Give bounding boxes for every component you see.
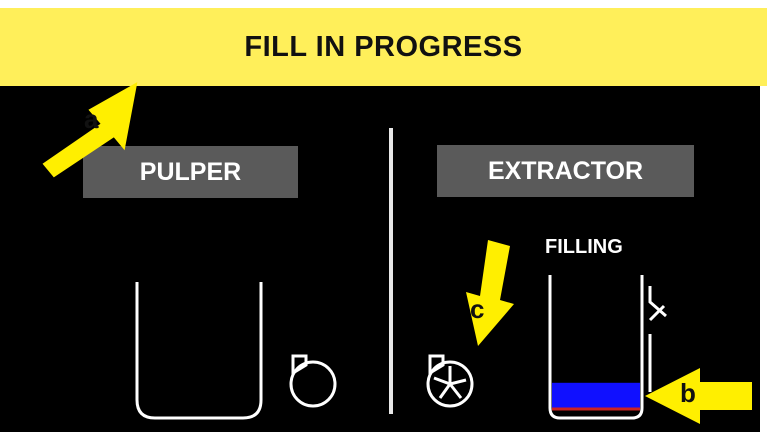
diagram-layer [42, 82, 752, 424]
extractor-pump-icon [426, 354, 474, 408]
hmi-screen: FILL IN PROGRESS PULPER EXTRACTOR FILLIN… [0, 0, 767, 438]
annotation-arrow-c [466, 240, 514, 346]
pulper-pump-icon [289, 354, 337, 408]
pulper-tank-icon [135, 282, 263, 420]
annotation-label-c: c [470, 294, 485, 324]
annotation-label-a: a [84, 104, 99, 134]
annotation-label-b: b [680, 378, 696, 408]
extractor-valve-icon [648, 286, 667, 392]
annotation-arrow-b [645, 368, 752, 424]
extractor-fill-level [552, 382, 640, 409]
